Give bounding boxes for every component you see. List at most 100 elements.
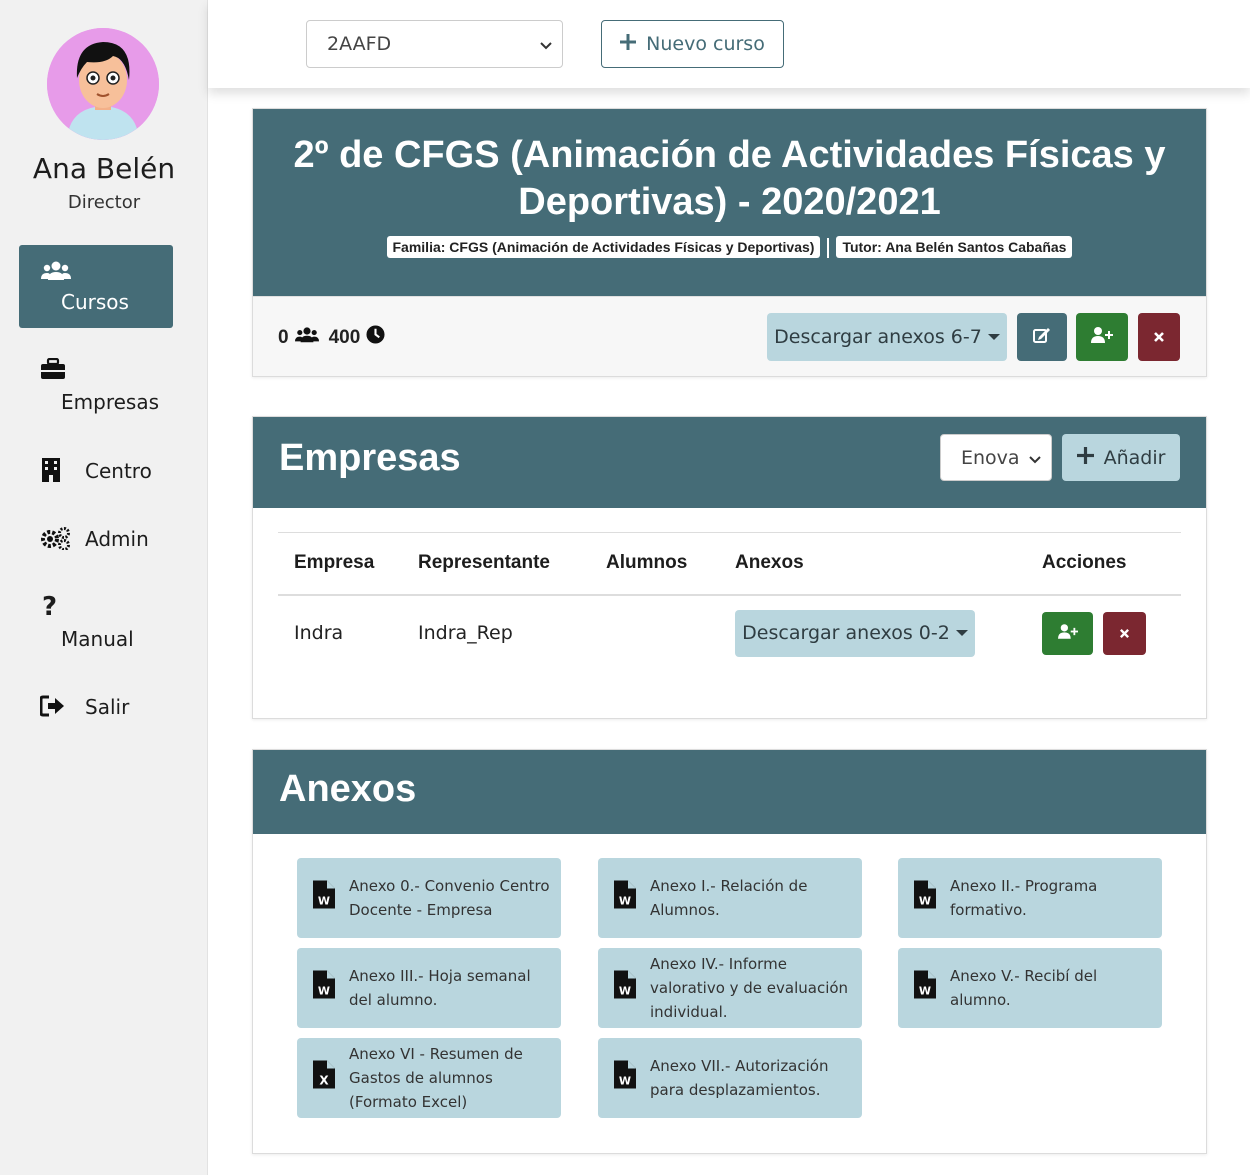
svg-text:X: X: [319, 1074, 329, 1088]
svg-text:W: W: [318, 985, 330, 998]
anexo-0-button[interactable]: W Anexo 0.- Convenio Centro Docente - Em…: [297, 858, 561, 938]
anexo-label: Anexo 0.- Convenio Centro Docente - Empr…: [349, 877, 550, 919]
empresas-table: Empresa Representante Alumnos Anexos Acc…: [278, 532, 1181, 671]
download-label: Descargar anexos 6-7: [774, 326, 982, 348]
user-name: Ana Belén: [32, 152, 176, 185]
sidebar-item-centro[interactable]: Centro: [40, 458, 190, 488]
new-course-button[interactable]: Nuevo curso: [601, 20, 784, 68]
svg-text:W: W: [619, 895, 631, 908]
download-label: Descargar anexos 0-2: [742, 622, 950, 644]
empresas-card: Empresas Enova Añadir Empresa Representa…: [252, 416, 1207, 719]
add-empresa-button[interactable]: Añadir: [1062, 434, 1180, 481]
empresas-header: Empresas Enova Añadir: [253, 417, 1206, 508]
user-plus-icon: [1091, 327, 1113, 347]
column-header-alumnos: Alumnos: [590, 532, 719, 596]
top-bar: 2AAFD Nuevo curso: [208, 0, 1250, 88]
plus-icon: [1076, 446, 1094, 469]
word-file-icon: W: [914, 880, 936, 916]
anexo-label: Anexo II.- Programa formativo.: [950, 877, 1098, 919]
new-course-label: Nuevo curso: [646, 33, 765, 55]
course-select-value: 2AAFD: [327, 33, 392, 55]
clock-icon: [366, 325, 385, 350]
hours-count: 400: [328, 326, 361, 348]
course-footer: 0 400 Descargar anexos 6-7: [253, 296, 1206, 376]
add-student-button[interactable]: [1076, 313, 1128, 361]
download-anexos-0-2-button[interactable]: Descargar anexos 0-2: [735, 609, 975, 657]
empresa-select[interactable]: Enova: [940, 434, 1052, 481]
chevron-down-icon: [1029, 447, 1041, 469]
building-icon: [40, 458, 62, 482]
sidebar-item-manual[interactable]: ? Manual: [40, 592, 190, 654]
representante-cell: Indra_Rep: [418, 622, 513, 644]
word-file-icon: W: [614, 880, 636, 916]
anexo-3-button[interactable]: W Anexo III.- Hoja semanal del alumno.: [297, 948, 561, 1028]
sidebar-item-cursos[interactable]: Cursos: [19, 245, 173, 328]
word-file-icon: W: [614, 1060, 636, 1096]
course-card: 2º de CFGS (Animación de Actividades Fís…: [252, 108, 1207, 377]
acciones-cell: [1026, 595, 1181, 671]
sidebar-item-label: Cursos: [61, 290, 129, 314]
briefcase-icon: [40, 358, 66, 380]
anexo-label: Anexo VII.- Autorización para desplazami…: [650, 1057, 829, 1099]
user-plus-icon: [1057, 622, 1078, 644]
course-title: 2º de CFGS (Animación de Actividades Fís…: [293, 134, 1166, 223]
edit-course-button[interactable]: [1017, 313, 1067, 361]
anexo-label: Anexo I.- Relación de Alumnos.: [650, 877, 808, 919]
user-avatar: [47, 28, 159, 140]
word-file-icon: W: [313, 880, 335, 916]
close-icon: [1153, 328, 1165, 347]
badge-separator: [827, 238, 830, 259]
chevron-down-icon: [540, 33, 552, 55]
course-select[interactable]: 2AAFD: [306, 20, 563, 68]
word-file-icon: W: [313, 970, 335, 1006]
sidebar: Ana Belén Director Cursos Empresas Centr…: [0, 0, 208, 1175]
column-header-anexos: Anexos: [719, 532, 1026, 596]
sidebar-item-empresas[interactable]: Empresas: [40, 358, 190, 418]
sidebar-item-admin[interactable]: Admin: [40, 526, 190, 556]
anexo-6-button[interactable]: X Anexo VI - Resumen de Gastos de alumno…: [297, 1038, 561, 1118]
svg-text:W: W: [619, 1075, 631, 1088]
anexo-1-button[interactable]: W Anexo I.- Relación de Alumnos.: [598, 858, 862, 938]
anexos-title: Anexos: [279, 768, 417, 810]
familia-badge: Familia: CFGS (Animación de Actividades …: [386, 236, 821, 258]
edit-icon: [1033, 327, 1051, 347]
users-icon: [41, 260, 71, 282]
svg-text:W: W: [919, 985, 931, 998]
cogs-icon: [40, 526, 72, 550]
sidebar-item-salir[interactable]: Salir: [40, 694, 190, 724]
anexos-card: Anexos W Anexo 0.- Convenio Centro Docen…: [252, 749, 1207, 1154]
anexo-label: Anexo VI - Resumen de Gastos de alumnos …: [349, 1045, 523, 1111]
delete-course-button[interactable]: [1138, 313, 1180, 361]
anexo-5-button[interactable]: W Anexo V.- Recibí del alumno.: [898, 948, 1162, 1028]
sidebar-item-label: Centro: [85, 459, 152, 483]
empresa-select-value: Enova: [961, 446, 1020, 469]
download-anexos-6-7-button[interactable]: Descargar anexos 6-7: [767, 313, 1007, 361]
empresas-title: Empresas: [279, 437, 461, 479]
tutor-badge: Tutor: Ana Belén Santos Cabañas: [836, 236, 1073, 258]
plus-icon: [620, 33, 637, 55]
alumnos-cell: [590, 595, 719, 671]
sidebar-item-label: Empresas: [61, 390, 159, 414]
svg-text:W: W: [619, 985, 631, 998]
column-header-empresa: Empresa: [278, 532, 402, 596]
empresa-cell: Indra: [294, 622, 344, 644]
sidebar-item-label: Manual: [61, 627, 134, 651]
course-header: 2º de CFGS (Animación de Actividades Fís…: [253, 109, 1206, 296]
anexo-7-button[interactable]: W Anexo VII.- Autorización para desplaza…: [598, 1038, 862, 1118]
add-student-button[interactable]: [1042, 611, 1093, 655]
word-file-icon: W: [614, 970, 636, 1006]
anexo-label: Anexo V.- Recibí del alumno.: [950, 967, 1098, 1009]
anexo-2-button[interactable]: W Anexo II.- Programa formativo.: [898, 858, 1162, 938]
anexo-label: Anexo IV.- Informe valorativo y de evalu…: [650, 955, 849, 1021]
delete-empresa-button[interactable]: [1103, 611, 1146, 655]
caret-down-icon: [955, 630, 968, 636]
caret-down-icon: [987, 334, 1000, 340]
column-header-acciones: Acciones: [1026, 532, 1181, 596]
excel-file-icon: X: [313, 1060, 335, 1096]
course-stats: 0 400: [278, 325, 385, 350]
close-icon: [1119, 622, 1130, 644]
anexo-4-button[interactable]: W Anexo IV.- Informe valorativo y de eva…: [598, 948, 862, 1028]
svg-text:W: W: [919, 895, 931, 908]
anexo-label: Anexo III.- Hoja semanal del alumno.: [349, 967, 531, 1009]
column-header-representante: Representante: [402, 532, 590, 596]
